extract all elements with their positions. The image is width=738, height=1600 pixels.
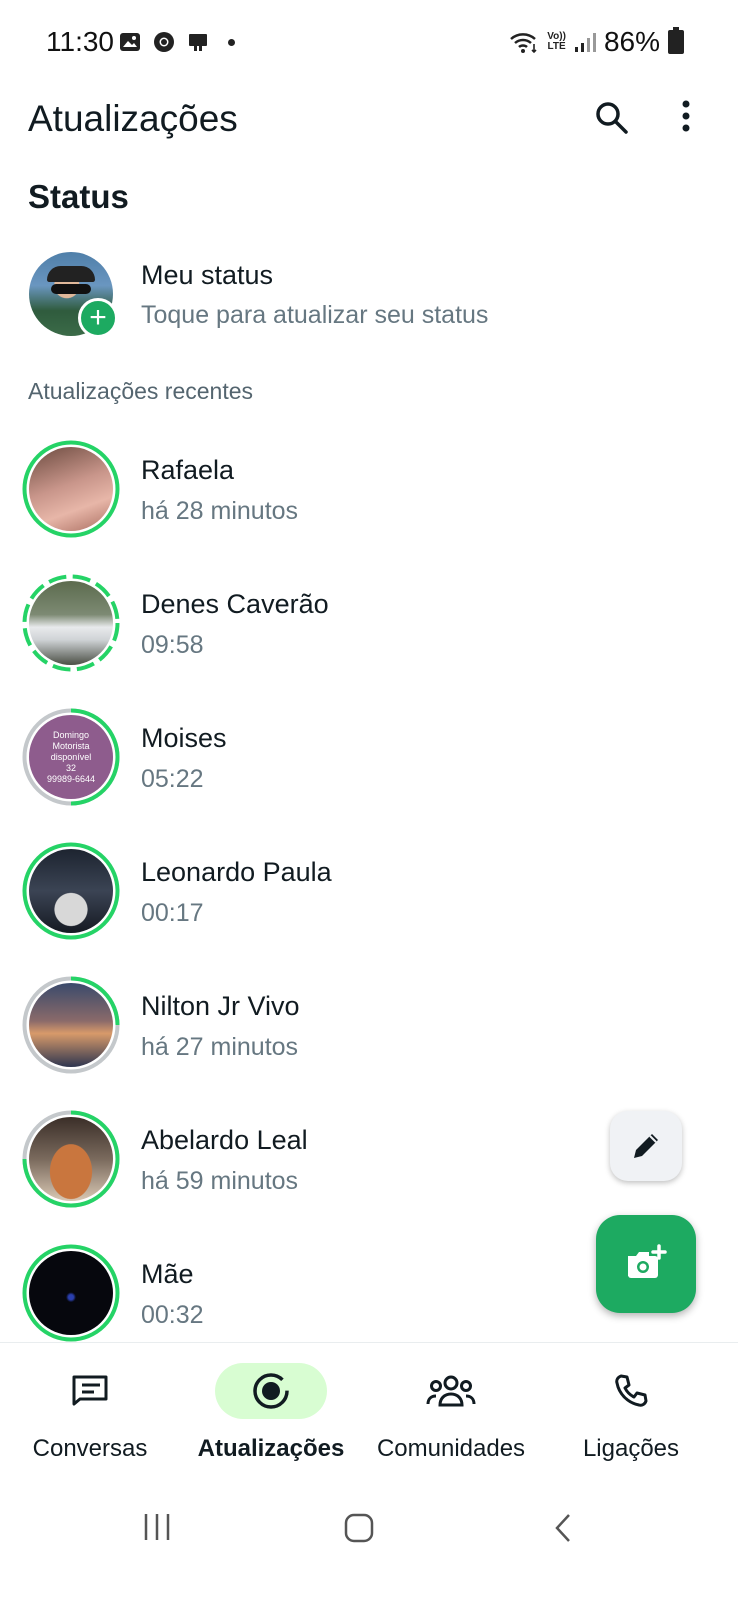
- contact-name: Rafaela: [141, 455, 235, 485]
- status-time: há 27 minutos: [141, 1033, 299, 1061]
- system-status-bar: 11:30 Vo)) LTE 86%: [0, 0, 738, 86]
- device-icon: [189, 34, 207, 51]
- status-time: 05:22: [141, 765, 204, 793]
- status-thumbnail: [29, 581, 113, 665]
- section-title: Status: [28, 178, 129, 215]
- nav-label: Comunidades: [376, 1435, 526, 1462]
- volte-icon: Vo)) LTE: [547, 31, 566, 52]
- back-icon[interactable]: [551, 1512, 575, 1544]
- status-item[interactable]: Rafaela há 28 minutos: [0, 424, 738, 554]
- status-ring: [22, 1244, 120, 1342]
- system-navigation-bar: [0, 1472, 738, 1600]
- status-ring: [22, 574, 120, 672]
- status-ring: [22, 1110, 120, 1208]
- status-time: 09:58: [141, 631, 204, 659]
- chat-icon: [72, 1375, 108, 1406]
- system-icons: Vo)) LTE 86%: [509, 26, 684, 58]
- status-thumbnail: [29, 1251, 113, 1335]
- contact-name: Moises: [141, 723, 227, 753]
- gallery-icon: [120, 33, 140, 51]
- notification-icons: [118, 30, 235, 54]
- recent-updates-label: Atualizações recentes: [28, 378, 254, 404]
- pencil-icon: [634, 1134, 658, 1158]
- status-thumbnail: [29, 983, 113, 1067]
- wifi-icon: [510, 33, 537, 54]
- status-ring: Domingo Motorista disponível 32 99989-66…: [22, 708, 120, 806]
- tab-comunidades[interactable]: Comunidades: [361, 1363, 541, 1463]
- nav-label: Atualizações: [197, 1435, 345, 1462]
- text-status-button[interactable]: [610, 1111, 682, 1181]
- notification-dot: [228, 38, 235, 46]
- my-status-row[interactable]: + Meu status Toque para atualizar seu st…: [0, 246, 738, 346]
- status-thumbnail: [29, 1117, 113, 1201]
- status-thumbnail: [29, 849, 113, 933]
- chrome-icon: [154, 32, 174, 52]
- status-icon: [253, 1373, 289, 1409]
- nav-label: Ligações: [582, 1435, 680, 1462]
- camera-status-button[interactable]: [596, 1215, 696, 1313]
- nav-label: Conversas: [32, 1435, 148, 1462]
- contact-name: Mãe: [141, 1259, 194, 1289]
- contact-name: Abelardo Leal: [141, 1125, 308, 1155]
- status-time: há 28 minutos: [141, 497, 299, 525]
- camera-add-icon: [628, 1244, 667, 1278]
- app-bar: Atualizações: [0, 86, 738, 150]
- status-ring: [22, 976, 120, 1074]
- tab-atualizacoes[interactable]: Atualizações: [181, 1363, 361, 1463]
- status-time: 00:17: [141, 899, 204, 927]
- contact-name: Denes Caverão: [141, 589, 329, 619]
- recents-icon[interactable]: [142, 1512, 172, 1542]
- more-vert-icon[interactable]: [676, 98, 696, 138]
- status-time: há 59 minutos: [141, 1167, 299, 1195]
- home-icon[interactable]: [343, 1512, 375, 1544]
- bottom-navigation: Conversas Atualizações Comunidades Ligaç…: [0, 1342, 738, 1473]
- status-thumbnail: [29, 447, 113, 531]
- battery-percent: 86%: [603, 26, 660, 57]
- clock: 11:30: [46, 26, 114, 57]
- status-item[interactable]: Domingo Motorista disponível 32 99989-66…: [0, 692, 738, 822]
- add-status-icon[interactable]: +: [78, 298, 118, 338]
- signal-icon: [574, 33, 596, 52]
- status-ring: [22, 842, 120, 940]
- status-ring: [22, 440, 120, 538]
- search-icon[interactable]: [592, 98, 632, 138]
- status-item[interactable]: Denes Caverão 09:58: [0, 558, 738, 688]
- status-item[interactable]: Nilton Jr Vivo há 27 minutos: [0, 960, 738, 1090]
- my-status-name: Meu status: [141, 260, 274, 290]
- page-title: Atualizações: [28, 98, 238, 139]
- status-time: 00:32: [141, 1301, 204, 1329]
- contact-name: Nilton Jr Vivo: [141, 991, 300, 1021]
- status-item[interactable]: Leonardo Paula 00:17: [0, 826, 738, 956]
- contact-name: Leonardo Paula: [141, 857, 332, 887]
- my-status-subtitle: Toque para atualizar seu status: [141, 301, 489, 329]
- phone-icon: [615, 1374, 648, 1407]
- status-thumbnail: Domingo Motorista disponível 32 99989-66…: [29, 715, 113, 799]
- tab-conversas[interactable]: Conversas: [0, 1363, 180, 1463]
- battery-icon: [668, 27, 684, 54]
- tab-ligacoes[interactable]: Ligações: [541, 1363, 721, 1463]
- communities-icon: [426, 1375, 476, 1407]
